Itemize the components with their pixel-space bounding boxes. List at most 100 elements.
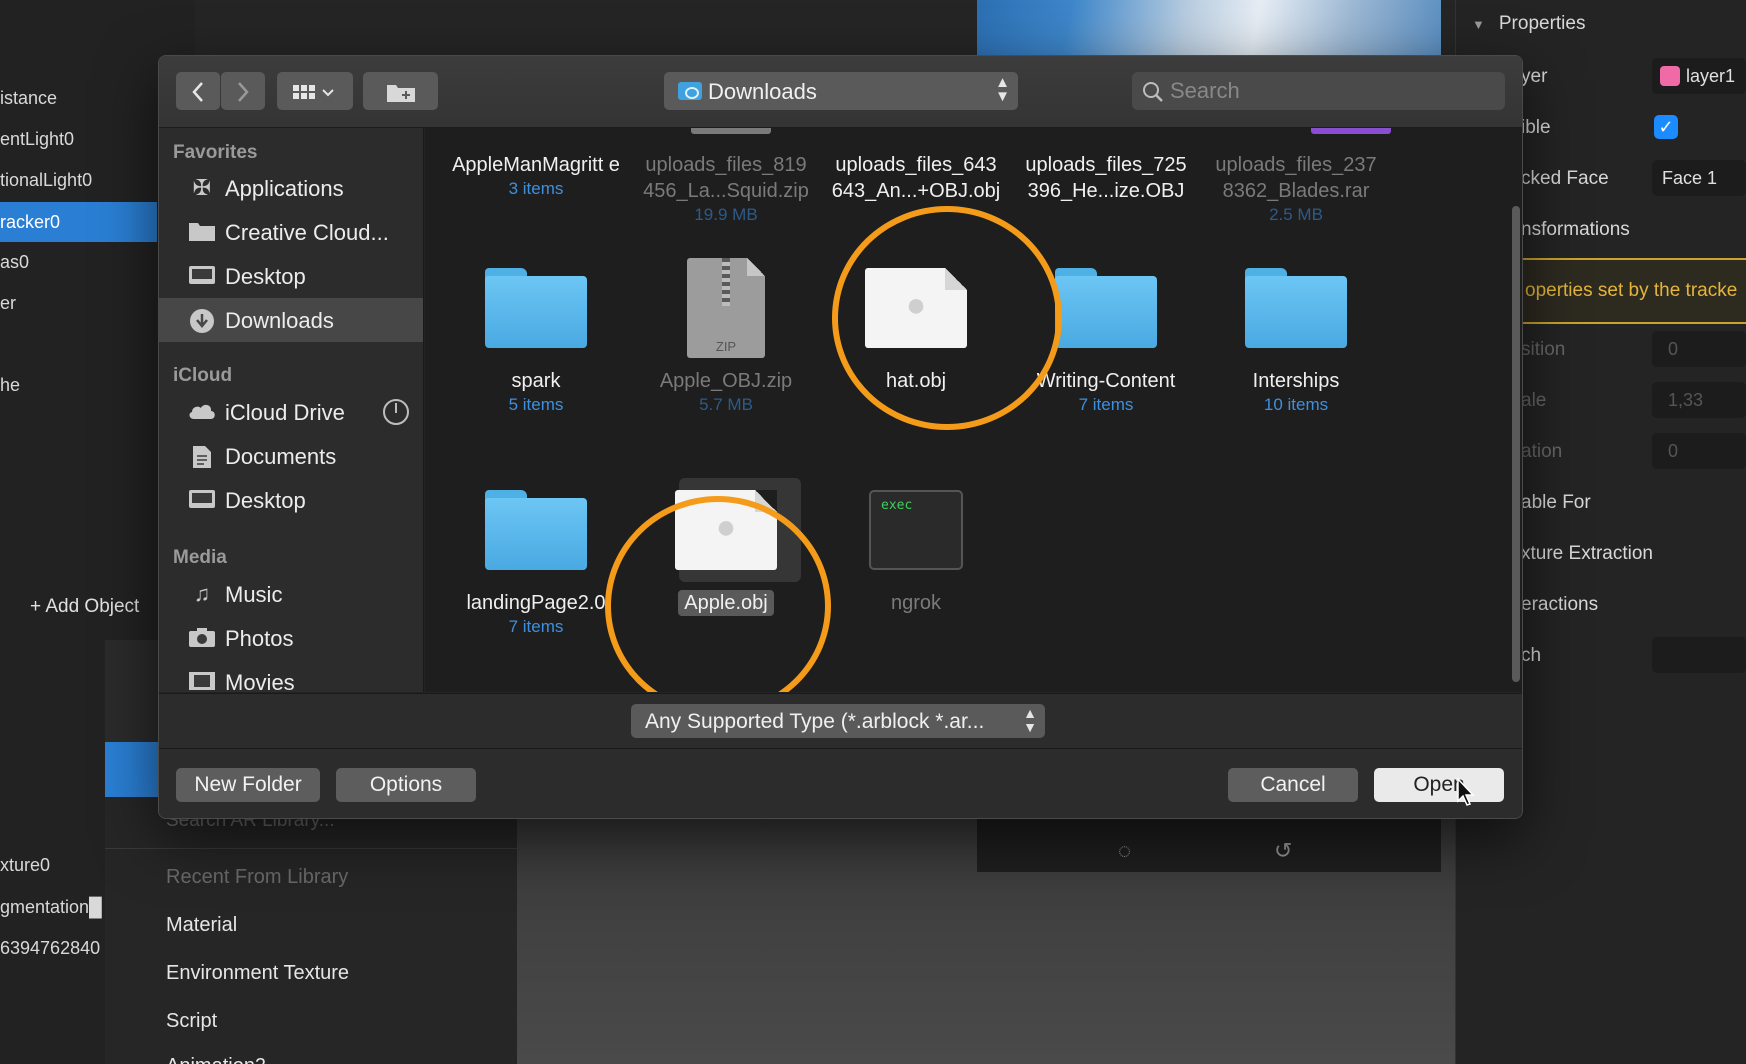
library-tab[interactable] bbox=[105, 742, 159, 797]
sidebar-item-music[interactable]: ♫ Music bbox=[159, 572, 423, 616]
library-item[interactable]: Animation2 bbox=[166, 1055, 266, 1064]
search-field[interactable] bbox=[1132, 72, 1505, 110]
patch-field[interactable] bbox=[1652, 637, 1746, 673]
new-folder-toolbar-button[interactable] bbox=[363, 72, 438, 110]
sidebar-item-applications[interactable]: ✠ Applications bbox=[159, 166, 423, 210]
open-button[interactable]: Open bbox=[1374, 768, 1504, 802]
file-meta: 7 items bbox=[508, 617, 564, 636]
scene-item-selected[interactable]: racker0 bbox=[0, 202, 157, 242]
sidebar-item-icloud-desktop[interactable]: Desktop bbox=[159, 478, 423, 522]
scene-item[interactable]: entLight0 bbox=[0, 129, 74, 150]
library-item[interactable]: Material bbox=[166, 914, 237, 937]
scrollbar[interactable] bbox=[1512, 206, 1520, 682]
sidebar-item-label: Desktop bbox=[225, 264, 306, 289]
scene-item[interactable]: tionalLight0 bbox=[0, 170, 92, 191]
folder-item-landingpage[interactable]: landingPage2.0 7 items bbox=[441, 490, 631, 638]
sidebar-item-desktop[interactable]: Desktop bbox=[159, 254, 423, 298]
folder-item-interships[interactable]: Interships 10 items bbox=[1201, 268, 1391, 416]
file-meta: 7 items bbox=[1078, 395, 1134, 414]
view-mode-button[interactable] bbox=[277, 72, 353, 110]
cloud-icon bbox=[187, 400, 217, 424]
library-item[interactable]: Environment Texture bbox=[166, 962, 349, 985]
thumbnail bbox=[691, 128, 771, 134]
library-section-title: Recent From Library bbox=[166, 866, 349, 888]
file-name: Apple_OBJ.zip bbox=[659, 370, 793, 392]
tracker-warning: operties set by the tracke bbox=[1521, 258, 1746, 324]
downloads-folder-icon bbox=[678, 82, 702, 100]
file-browser: AppleManMagritt e 3 items uploads_files_… bbox=[425, 128, 1522, 692]
file-meta: 5.7 MB bbox=[699, 395, 753, 414]
sidebar-item-label: Downloads bbox=[225, 308, 334, 333]
file-name: spark bbox=[511, 370, 561, 392]
mouse-cursor-icon bbox=[1457, 777, 1475, 806]
file-item[interactable]: AppleManMagritt e 3 items bbox=[441, 152, 631, 200]
transformations-label[interactable]: nsformations bbox=[1521, 219, 1630, 241]
properties-title: Properties bbox=[1498, 13, 1586, 34]
terminal-exec-icon: exec bbox=[869, 490, 963, 570]
options-button[interactable]: Options bbox=[336, 768, 476, 802]
file-name: ngrok bbox=[890, 592, 942, 614]
scene-item[interactable]: as0 bbox=[0, 252, 29, 273]
search-icon bbox=[1143, 82, 1163, 102]
search-input[interactable] bbox=[1170, 76, 1490, 106]
library-item[interactable]: Script bbox=[166, 1010, 217, 1033]
file-item[interactable]: uploads_files_643 643_An...+OBJ.obj bbox=[821, 152, 1011, 204]
properties-header[interactable]: ▼ Properties bbox=[1472, 13, 1585, 35]
file-meta: 3 items bbox=[508, 179, 564, 198]
sidebar-item-documents[interactable]: Documents bbox=[159, 434, 423, 478]
sidebar-item-movies[interactable]: Movies bbox=[159, 660, 423, 692]
new-folder-button[interactable]: New Folder bbox=[176, 768, 320, 802]
add-object-button[interactable]: + Add Object bbox=[30, 596, 139, 618]
grid-view-icon bbox=[293, 84, 334, 99]
sidebar-item-downloads[interactable]: Downloads bbox=[159, 298, 423, 342]
file-meta: 10 items bbox=[1263, 395, 1329, 414]
location-select[interactable]: Downloads ▲ ▼ bbox=[664, 72, 1018, 110]
file-type-select[interactable]: Any Supported Type (*.arblock *.ar... ▲ ▼ bbox=[631, 704, 1045, 738]
forward-button[interactable] bbox=[221, 72, 265, 110]
interactions-label[interactable]: eractions bbox=[1521, 594, 1598, 616]
sidebar-item-creative-cloud[interactable]: Creative Cloud... bbox=[159, 210, 423, 254]
asset-item[interactable]: xture0 bbox=[0, 855, 50, 876]
file-item[interactable]: uploads_files_725 396_He...ize.OBJ bbox=[1011, 152, 1201, 204]
file-name: landingPage2.0 bbox=[466, 592, 606, 614]
scene-item[interactable]: istance bbox=[0, 88, 57, 109]
file-item-ngrok[interactable]: exec ngrok bbox=[821, 490, 1011, 616]
sidebar-item-label: Photos bbox=[225, 626, 294, 651]
chevron-right-icon bbox=[238, 81, 249, 102]
sync-progress-icon bbox=[383, 399, 409, 425]
tracked-face-label: cked Face bbox=[1521, 168, 1609, 189]
asset-item[interactable]: gmentation█ bbox=[0, 897, 102, 918]
music-icon: ♫ bbox=[193, 581, 211, 606]
sidebar-item-photos[interactable]: Photos bbox=[159, 616, 423, 660]
file-item[interactable]: uploads_files_819 456_La...Squid.zip 19.… bbox=[631, 152, 821, 226]
visible-label: ible bbox=[1521, 117, 1551, 138]
file-meta: 19.9 MB bbox=[694, 205, 758, 224]
back-button[interactable] bbox=[176, 72, 220, 110]
folder-icon bbox=[187, 220, 217, 244]
open-file-dialog: Downloads ▲▼ Favorites ✠ Applications Cr… bbox=[158, 55, 1523, 819]
folder-item-spark[interactable]: spark 5 items bbox=[441, 268, 631, 416]
scene-item[interactable]: he bbox=[0, 375, 20, 396]
folder-icon bbox=[485, 268, 587, 348]
file-name: uploads_files_819 456_La...Squid.zip bbox=[643, 154, 809, 202]
rotate-icon[interactable]: ↺ bbox=[1274, 838, 1292, 864]
file-item-apple-obj-zip[interactable]: ZIP Apple_OBJ.zip 5.7 MB bbox=[631, 258, 821, 416]
sidebar-item-icloud-drive[interactable]: iCloud Drive bbox=[159, 390, 423, 434]
file-item[interactable]: uploads_files_237 8362_Blades.rar 2.5 MB bbox=[1201, 152, 1391, 226]
texture-extraction-label[interactable]: xture Extraction bbox=[1521, 543, 1653, 565]
chevron-left-icon bbox=[192, 81, 203, 102]
asset-item[interactable]: 6394762840 bbox=[0, 938, 100, 959]
layer-label: yer bbox=[1521, 66, 1548, 87]
folder-icon bbox=[1245, 268, 1347, 348]
scale-label: ale bbox=[1521, 390, 1547, 411]
enable-for-label[interactable]: able For bbox=[1521, 492, 1591, 514]
sidebar-section-icloud: iCloud bbox=[173, 365, 233, 386]
sidebar-item-label: Documents bbox=[225, 444, 337, 469]
scale-field: 1,33 bbox=[1652, 382, 1746, 418]
visible-checkbox[interactable]: ✓ bbox=[1654, 115, 1678, 139]
scene-item[interactable]: er bbox=[0, 293, 16, 314]
tracked-face-select[interactable]: Face 1 bbox=[1652, 160, 1746, 196]
camera-switch-icon[interactable]: ◌ bbox=[1118, 838, 1131, 864]
dialog-toolbar: Downloads ▲ ▼ bbox=[159, 56, 1522, 128]
cancel-button[interactable]: Cancel bbox=[1228, 768, 1358, 802]
